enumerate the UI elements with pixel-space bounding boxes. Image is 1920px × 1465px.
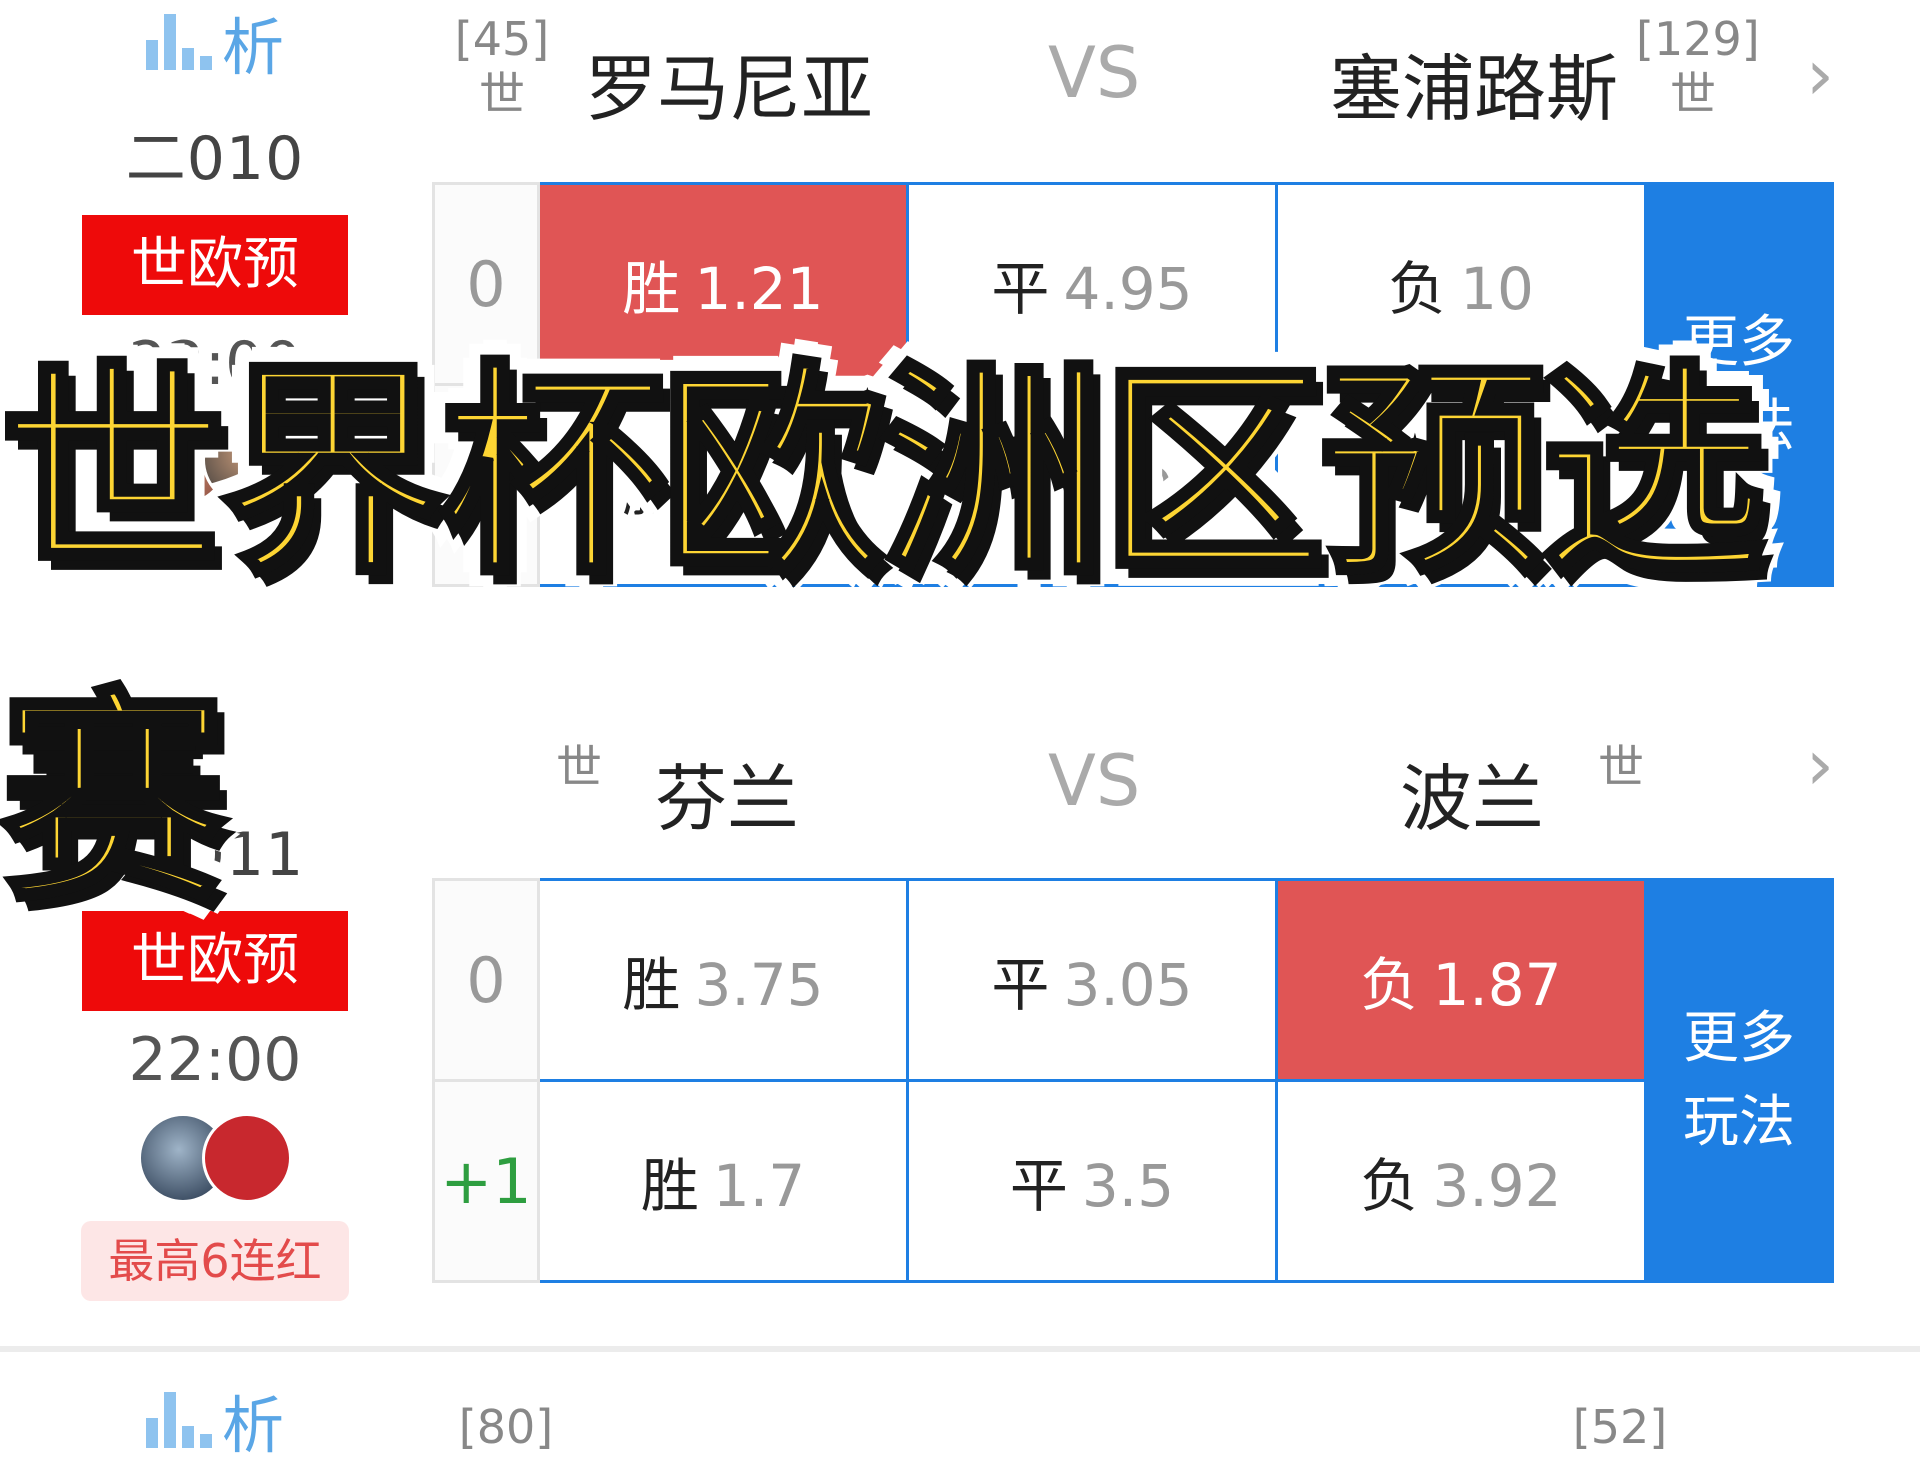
odds-cell-win[interactable]: 胜 1.7 xyxy=(537,1079,909,1283)
divider xyxy=(0,1346,1920,1352)
title-banner: 世界杯欧洲区预选赛 xyxy=(0,339,1769,935)
odds-cell-draw[interactable]: 平 3.5 xyxy=(906,1079,1278,1283)
streak-badge: 最高6连红 xyxy=(81,1221,349,1301)
away-team-name[interactable]: 塞浦路斯 xyxy=(1330,30,1618,135)
analysis-link[interactable]: 析 xyxy=(0,0,430,84)
analysis-label: 析 xyxy=(221,11,284,84)
home-rank: [45] 世 xyxy=(454,12,550,122)
analysis-link[interactable]: 析 xyxy=(0,1389,430,1462)
away-rank: [52] xyxy=(1572,1400,1668,1454)
odds-cell-lose[interactable]: 负 3.92 xyxy=(1275,1079,1647,1283)
home-team-name[interactable]: 罗马尼亚 xyxy=(585,30,873,135)
analysis-label: 析 xyxy=(221,1389,284,1462)
kickoff-time: 22:00 xyxy=(128,1025,302,1095)
vs-label: VS xyxy=(1048,32,1141,114)
handicap-value: +1 xyxy=(432,1079,540,1283)
odds-row: +1 胜 1.7 平 3.5 负 3.92 xyxy=(432,1079,1833,1283)
home-rank: [80] xyxy=(458,1400,554,1454)
away-rank: [129] 世 xyxy=(1636,12,1760,122)
avatar xyxy=(202,1113,292,1203)
chevron-right-icon[interactable]: › xyxy=(1806,34,1834,116)
match-3-left-column: 析 xyxy=(0,1389,430,1462)
match-number: 二010 xyxy=(125,124,305,194)
expert-avatars[interactable] xyxy=(0,1113,430,1203)
bar-chart-icon xyxy=(145,14,212,70)
